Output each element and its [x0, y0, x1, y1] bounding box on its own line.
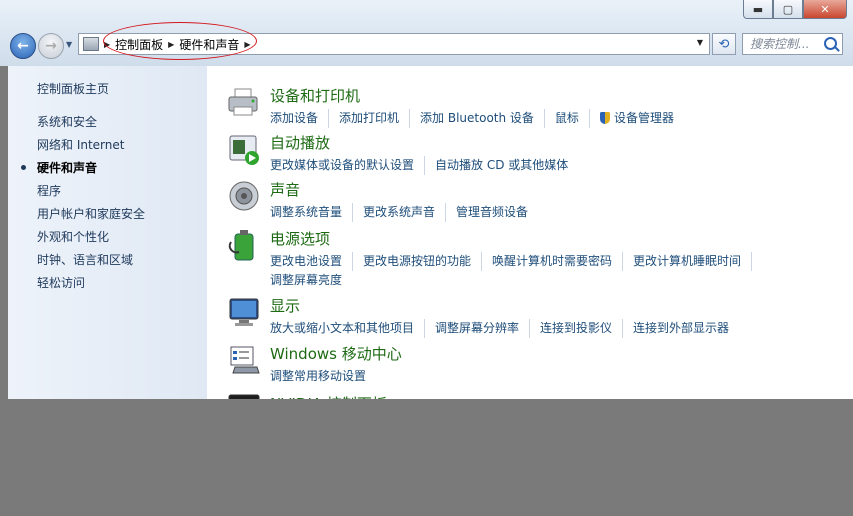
refresh-icon: ⟲ [718, 36, 730, 52]
sidebar-item-ease-of-access[interactable]: 轻松访问 [37, 274, 85, 291]
category-links: 添加设备 添加打印机 添加 Bluetooth 设备 鼠标 设备管理器 [270, 109, 830, 128]
sidebar: 控制面板主页 系统和安全 网络和 Internet 硬件和声音 程序 用户帐户和… [8, 66, 207, 416]
maximize-button[interactable]: ▢ [773, 0, 803, 19]
category-title[interactable]: 声音 [270, 179, 300, 200]
category-title[interactable]: 显示 [270, 295, 300, 316]
sidebar-item-system-security[interactable]: 系统和安全 [37, 113, 97, 130]
control-panel-icon [83, 37, 99, 51]
printer-icon[interactable] [227, 85, 261, 119]
sidebar-item-programs[interactable]: 程序 [37, 182, 61, 199]
link-power-button[interactable]: 更改电源按钮的功能 [363, 252, 483, 271]
category-title[interactable]: 电源选项 [270, 228, 330, 249]
close-button[interactable]: ✕ [803, 0, 847, 19]
battery-icon[interactable] [227, 228, 261, 262]
sidebar-item-user-accounts[interactable]: 用户帐户和家庭安全 [37, 205, 145, 222]
sidebar-item-home[interactable]: 控制面板主页 [37, 80, 109, 97]
forward-button[interactable]: → [38, 33, 64, 59]
current-bullet-icon [21, 165, 26, 170]
sidebar-item-network[interactable]: 网络和 Internet [37, 136, 124, 153]
category-title[interactable]: 自动播放 [270, 132, 330, 153]
window-controls: ▬ ▢ ✕ [743, 0, 847, 22]
title-bar: ▬ ▢ ✕ ← → ▼ ▶ 控制面板 ▶ 硬件和声音 ▶ ▼ ⟲ [0, 0, 853, 66]
link-autoplay-cd[interactable]: 自动播放 CD 或其他媒体 [435, 156, 578, 175]
category-links: 调整常用移动设置 [270, 367, 830, 386]
search-box[interactable] [742, 33, 843, 55]
monitor-icon[interactable] [227, 295, 261, 329]
link-add-bluetooth[interactable]: 添加 Bluetooth 设备 [420, 109, 545, 128]
category-links: 更改媒体或设备的默认设置 自动播放 CD 或其他媒体 [270, 156, 830, 175]
control-panel-window: ▬ ▢ ✕ ← → ▼ ▶ 控制面板 ▶ 硬件和声音 ▶ ▼ ⟲ 控制面板主页 … [0, 0, 853, 416]
link-text-size[interactable]: 放大或缩小文本和其他项目 [270, 319, 426, 338]
address-dropdown-icon[interactable]: ▼ [697, 38, 703, 47]
minimize-button[interactable]: ▬ [743, 0, 773, 19]
link-projector[interactable]: 连接到投影仪 [540, 319, 624, 338]
arrow-left-icon: ← [17, 38, 29, 54]
category-links-row2: 调整屏幕亮度 [270, 271, 830, 290]
uac-shield-icon [599, 112, 610, 124]
link-change-sounds[interactable]: 更改系统声音 [363, 203, 447, 222]
back-button[interactable]: ← [10, 33, 36, 59]
speaker-icon[interactable] [227, 179, 261, 213]
mobility-center-icon[interactable] [227, 343, 261, 377]
autoplay-icon[interactable] [227, 132, 261, 166]
annotation-ellipse [103, 22, 257, 60]
link-resolution[interactable]: 调整屏幕分辨率 [435, 319, 531, 338]
link-external-display[interactable]: 连接到外部显示器 [633, 319, 739, 338]
link-adjust-volume[interactable]: 调整系统音量 [270, 203, 354, 222]
link-brightness[interactable]: 调整屏幕亮度 [270, 271, 352, 290]
link-wake-password[interactable]: 唤醒计算机时需要密码 [492, 252, 624, 271]
category-title[interactable]: 设备和打印机 [270, 85, 360, 106]
sidebar-item-label: 硬件和声音 [37, 161, 98, 175]
link-mouse[interactable]: 鼠标 [555, 109, 590, 128]
link-device-manager[interactable]: 设备管理器 [599, 109, 684, 128]
link-add-device[interactable]: 添加设备 [270, 109, 330, 128]
main-content: 设备和打印机 添加设备 添加打印机 添加 Bluetooth 设备 鼠标 设备管理器 自… [207, 66, 853, 416]
arrow-right-icon: → [45, 38, 57, 54]
link-sleep-time[interactable]: 更改计算机睡眠时间 [633, 252, 753, 271]
sidebar-item-clock-region[interactable]: 时钟、语言和区域 [37, 251, 133, 268]
sidebar-item-appearance[interactable]: 外观和个性化 [37, 228, 109, 245]
category-links: 调整系统音量 更改系统声音 管理音频设备 [270, 203, 830, 222]
refresh-button[interactable]: ⟲ [712, 33, 736, 55]
sidebar-item-hardware-sound[interactable]: 硬件和声音 [21, 159, 98, 176]
category-links: 放大或缩小文本和其他项目 调整屏幕分辨率 连接到投影仪 连接到外部显示器 [270, 319, 830, 338]
link-mobility-settings[interactable]: 调整常用移动设置 [270, 367, 376, 386]
link-add-printer[interactable]: 添加打印机 [339, 109, 411, 128]
link-battery-settings[interactable]: 更改电池设置 [270, 252, 354, 271]
search-input[interactable] [748, 36, 828, 52]
link-label: 设备管理器 [613, 111, 674, 125]
category-links: 更改电池设置 更改电源按钮的功能 唤醒计算机时需要密码 更改计算机睡眠时间 [270, 252, 830, 271]
search-icon[interactable] [824, 37, 837, 50]
link-change-defaults[interactable]: 更改媒体或设备的默认设置 [270, 156, 426, 175]
gray-overlay [0, 399, 853, 516]
category-title[interactable]: Windows 移动中心 [270, 343, 402, 364]
link-manage-audio[interactable]: 管理音频设备 [456, 203, 538, 222]
recent-pages-dropdown[interactable]: ▼ [66, 40, 72, 49]
